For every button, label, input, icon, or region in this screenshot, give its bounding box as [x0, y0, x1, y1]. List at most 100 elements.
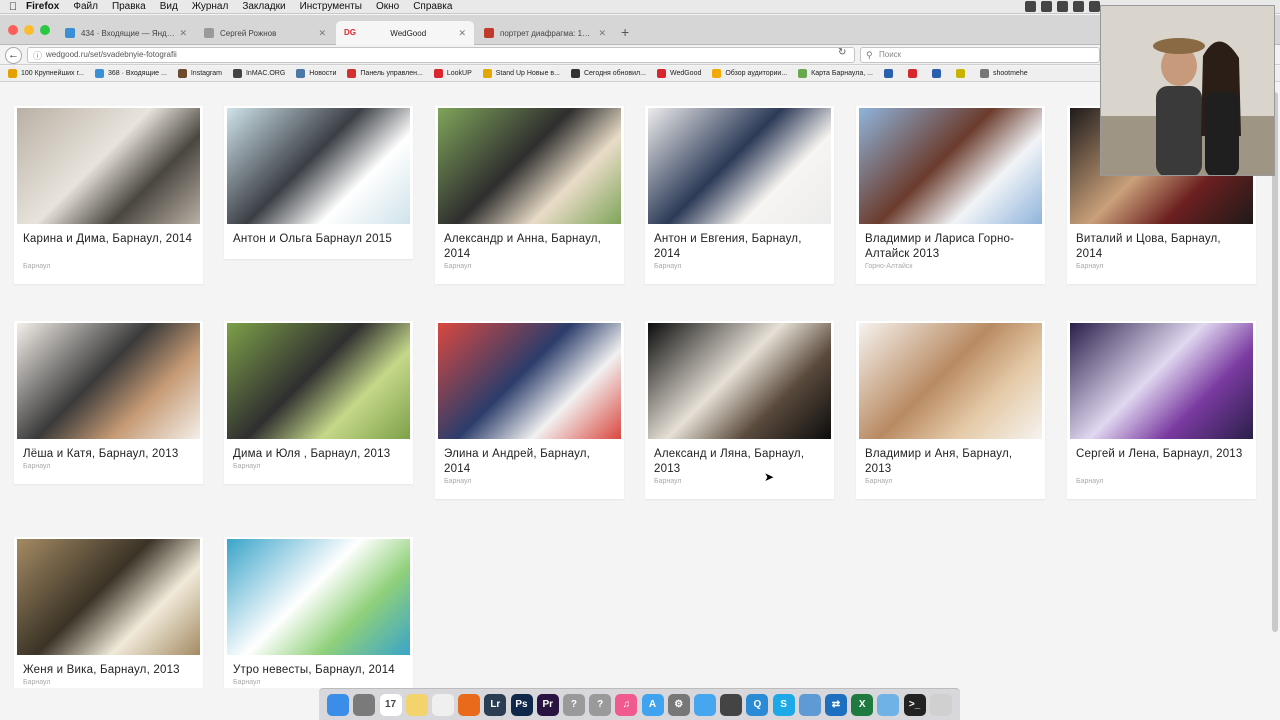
menu-app[interactable]: Firefox: [26, 1, 59, 12]
quicktime-icon[interactable]: Q: [746, 693, 769, 716]
record-icon[interactable]: [1025, 1, 1036, 12]
gallery-card[interactable]: Дима и Юля , Барнаул, 2013 Барнаул: [224, 321, 413, 484]
wedding-photo[interactable]: [648, 323, 831, 439]
card-title[interactable]: Утро невесты, Барнаул, 2014: [233, 663, 405, 678]
card-title[interactable]: Антон и Ольга Барнаул 2015: [233, 232, 405, 247]
app-store-icon[interactable]: A: [641, 693, 664, 716]
bookmark-item[interactable]: Сегодня обновил...: [570, 69, 646, 78]
unknown-app-icon[interactable]: ?: [562, 693, 585, 716]
download-icon[interactable]: [1073, 1, 1084, 12]
gallery-card[interactable]: Сергей и Лена, Барнаул, 2013 Барнаул: [1067, 321, 1256, 499]
menu-history[interactable]: Журнал: [192, 1, 229, 12]
apple-icon[interactable]: : [0, 1, 26, 13]
gallery-card[interactable]: Антон и Ольга Барнаул 2015: [224, 106, 413, 259]
launchpad-icon[interactable]: [353, 693, 376, 716]
bookmark-item[interactable]: Карта Барнаула, ...: [798, 69, 873, 78]
gallery-card[interactable]: Антон и Евгения, Барнаул, 2014 Барнаул: [645, 106, 834, 284]
new-tab-icon[interactable]: +: [621, 24, 629, 40]
premiere-icon[interactable]: Pr: [536, 693, 559, 716]
wedding-photo[interactable]: [227, 108, 410, 224]
dropbox-icon[interactable]: [1089, 1, 1100, 12]
bookmark-item[interactable]: LookUP: [433, 69, 472, 78]
menu-view[interactable]: Вид: [160, 1, 178, 12]
card-title[interactable]: Элина и Андрей, Барнаул, 2014: [444, 447, 616, 476]
notes-icon[interactable]: [405, 693, 428, 716]
trash-icon[interactable]: [929, 693, 952, 716]
bookmark-item[interactable]: InMAC.ORG: [232, 69, 285, 78]
card-title[interactable]: Владимир и Аня, Барнаул, 2013: [865, 447, 1037, 476]
reload-icon[interactable]: ↻: [838, 47, 846, 58]
bookmark-item[interactable]: 368 · Входящие ...: [94, 69, 167, 78]
card-title[interactable]: Дима и Юля , Барнаул, 2013: [233, 447, 405, 462]
wedding-photo[interactable]: [438, 323, 621, 439]
wedding-photo[interactable]: [438, 108, 621, 224]
minimize-window-icon[interactable]: [24, 25, 34, 35]
calendar-icon[interactable]: 17: [379, 693, 402, 716]
terminal-icon[interactable]: >_: [903, 693, 926, 716]
gallery-card[interactable]: Утро невесты, Барнаул, 2014 Барнаул: [224, 537, 413, 688]
card-title[interactable]: Карина и Дима, Барнаул, 2014: [23, 232, 195, 247]
bookmark-item[interactable]: [931, 69, 945, 78]
wedding-photo[interactable]: [17, 323, 200, 439]
wedding-photo[interactable]: [227, 539, 410, 655]
bookmark-item[interactable]: Stand Up Новые в...: [482, 69, 560, 78]
menu-help[interactable]: Справка: [413, 1, 452, 12]
folder-icon[interactable]: [877, 693, 900, 716]
menu-bookmarks[interactable]: Закладки: [242, 1, 285, 12]
close-tab-icon[interactable]: ✕: [318, 28, 326, 39]
bookmark-item[interactable]: 100 Крупнейших г...: [8, 69, 84, 78]
close-tab-icon[interactable]: ✕: [179, 28, 187, 39]
tab-portrait-aperture[interactable]: портрет диафрагма: 14 ты… ✕: [476, 21, 614, 45]
menu-window[interactable]: Окно: [376, 1, 399, 12]
gallery-card[interactable]: Александ и Ляна, Барнаул, 2013 Барнаул: [645, 321, 834, 499]
card-title[interactable]: Лёша и Катя, Барнаул, 2013: [23, 447, 195, 462]
textedit-icon[interactable]: [431, 693, 454, 716]
wedding-photo[interactable]: [1070, 323, 1253, 439]
zoom-window-icon[interactable]: [40, 25, 50, 35]
bookmark-item[interactable]: Instagram: [177, 69, 222, 78]
photoshop-icon[interactable]: Ps: [510, 693, 533, 716]
wedding-photo[interactable]: [227, 323, 410, 439]
card-title[interactable]: Владимир и Лариса Горно-Алтайск 2013: [865, 232, 1037, 261]
unknown-app-icon[interactable]: ?: [589, 693, 612, 716]
gallery-card[interactable]: Карина и Дима, Барнаул, 2014 Барнаул: [14, 106, 203, 284]
bookmark-item[interactable]: [883, 69, 897, 78]
menu-tools[interactable]: Инструменты: [300, 1, 362, 12]
bookmark-item[interactable]: [907, 69, 921, 78]
bookmark-item[interactable]: shootmehe: [979, 69, 1028, 78]
card-title[interactable]: Женя и Вика, Барнаул, 2013: [23, 663, 195, 678]
bookmark-item[interactable]: Новости: [296, 69, 336, 78]
card-title[interactable]: Антон и Евгения, Барнаул, 2014: [654, 232, 826, 261]
menu-edit[interactable]: Правка: [112, 1, 146, 12]
scripts-icon[interactable]: [720, 693, 743, 716]
close-tab-icon[interactable]: ✕: [598, 28, 606, 39]
wedding-photo[interactable]: [17, 539, 200, 655]
firefox-icon[interactable]: [458, 693, 481, 716]
card-title[interactable]: Сергей и Лена, Барнаул, 2013: [1076, 447, 1248, 462]
bookmark-item[interactable]: WedGood: [656, 69, 701, 78]
gallery-card[interactable]: Лёша и Катя, Барнаул, 2013 Барнаул: [14, 321, 203, 484]
card-title[interactable]: Виталий и Цова, Барнаул, 2014: [1076, 232, 1248, 261]
messages-icon[interactable]: [693, 693, 716, 716]
wedding-photo[interactable]: [648, 108, 831, 224]
bookmark-item[interactable]: [955, 69, 969, 78]
teamviewer-icon[interactable]: ⇄: [824, 693, 847, 716]
skype-icon[interactable]: S: [772, 693, 795, 716]
address-bar[interactable]: ⓘ wedgood.ru/set/svadebnyie-fotografii: [27, 47, 855, 63]
back-button[interactable]: ←: [5, 47, 22, 64]
excel-icon[interactable]: X: [851, 693, 874, 716]
wedding-photo[interactable]: [859, 323, 1042, 439]
itunes-icon[interactable]: ♫: [615, 693, 638, 716]
card-title[interactable]: Александ и Ляна, Барнаул, 2013: [654, 447, 826, 476]
tab-sergey-rozhnov[interactable]: Сергей Рожнов ✕: [196, 21, 334, 45]
search-field[interactable]: ⚲ Поиск: [860, 47, 1100, 63]
close-window-icon[interactable]: [8, 25, 18, 35]
lightroom-icon[interactable]: Lr: [484, 693, 507, 716]
site-info-icon[interactable]: ⓘ: [33, 49, 42, 63]
gallery-card[interactable]: Владимир и Аня, Барнаул, 2013 Барнаул: [856, 321, 1045, 499]
card-title[interactable]: Александр и Анна, Барнаул, 2014: [444, 232, 616, 261]
bookmark-item[interactable]: Обзор аудитории...: [712, 69, 787, 78]
tab-yandex-mail[interactable]: 434 · Входящие — Яндекс.… ✕: [57, 21, 195, 45]
gallery-card[interactable]: Женя и Вика, Барнаул, 2013 Барнаул: [14, 537, 203, 688]
bookmark-item[interactable]: Панель управлен...: [347, 69, 423, 78]
